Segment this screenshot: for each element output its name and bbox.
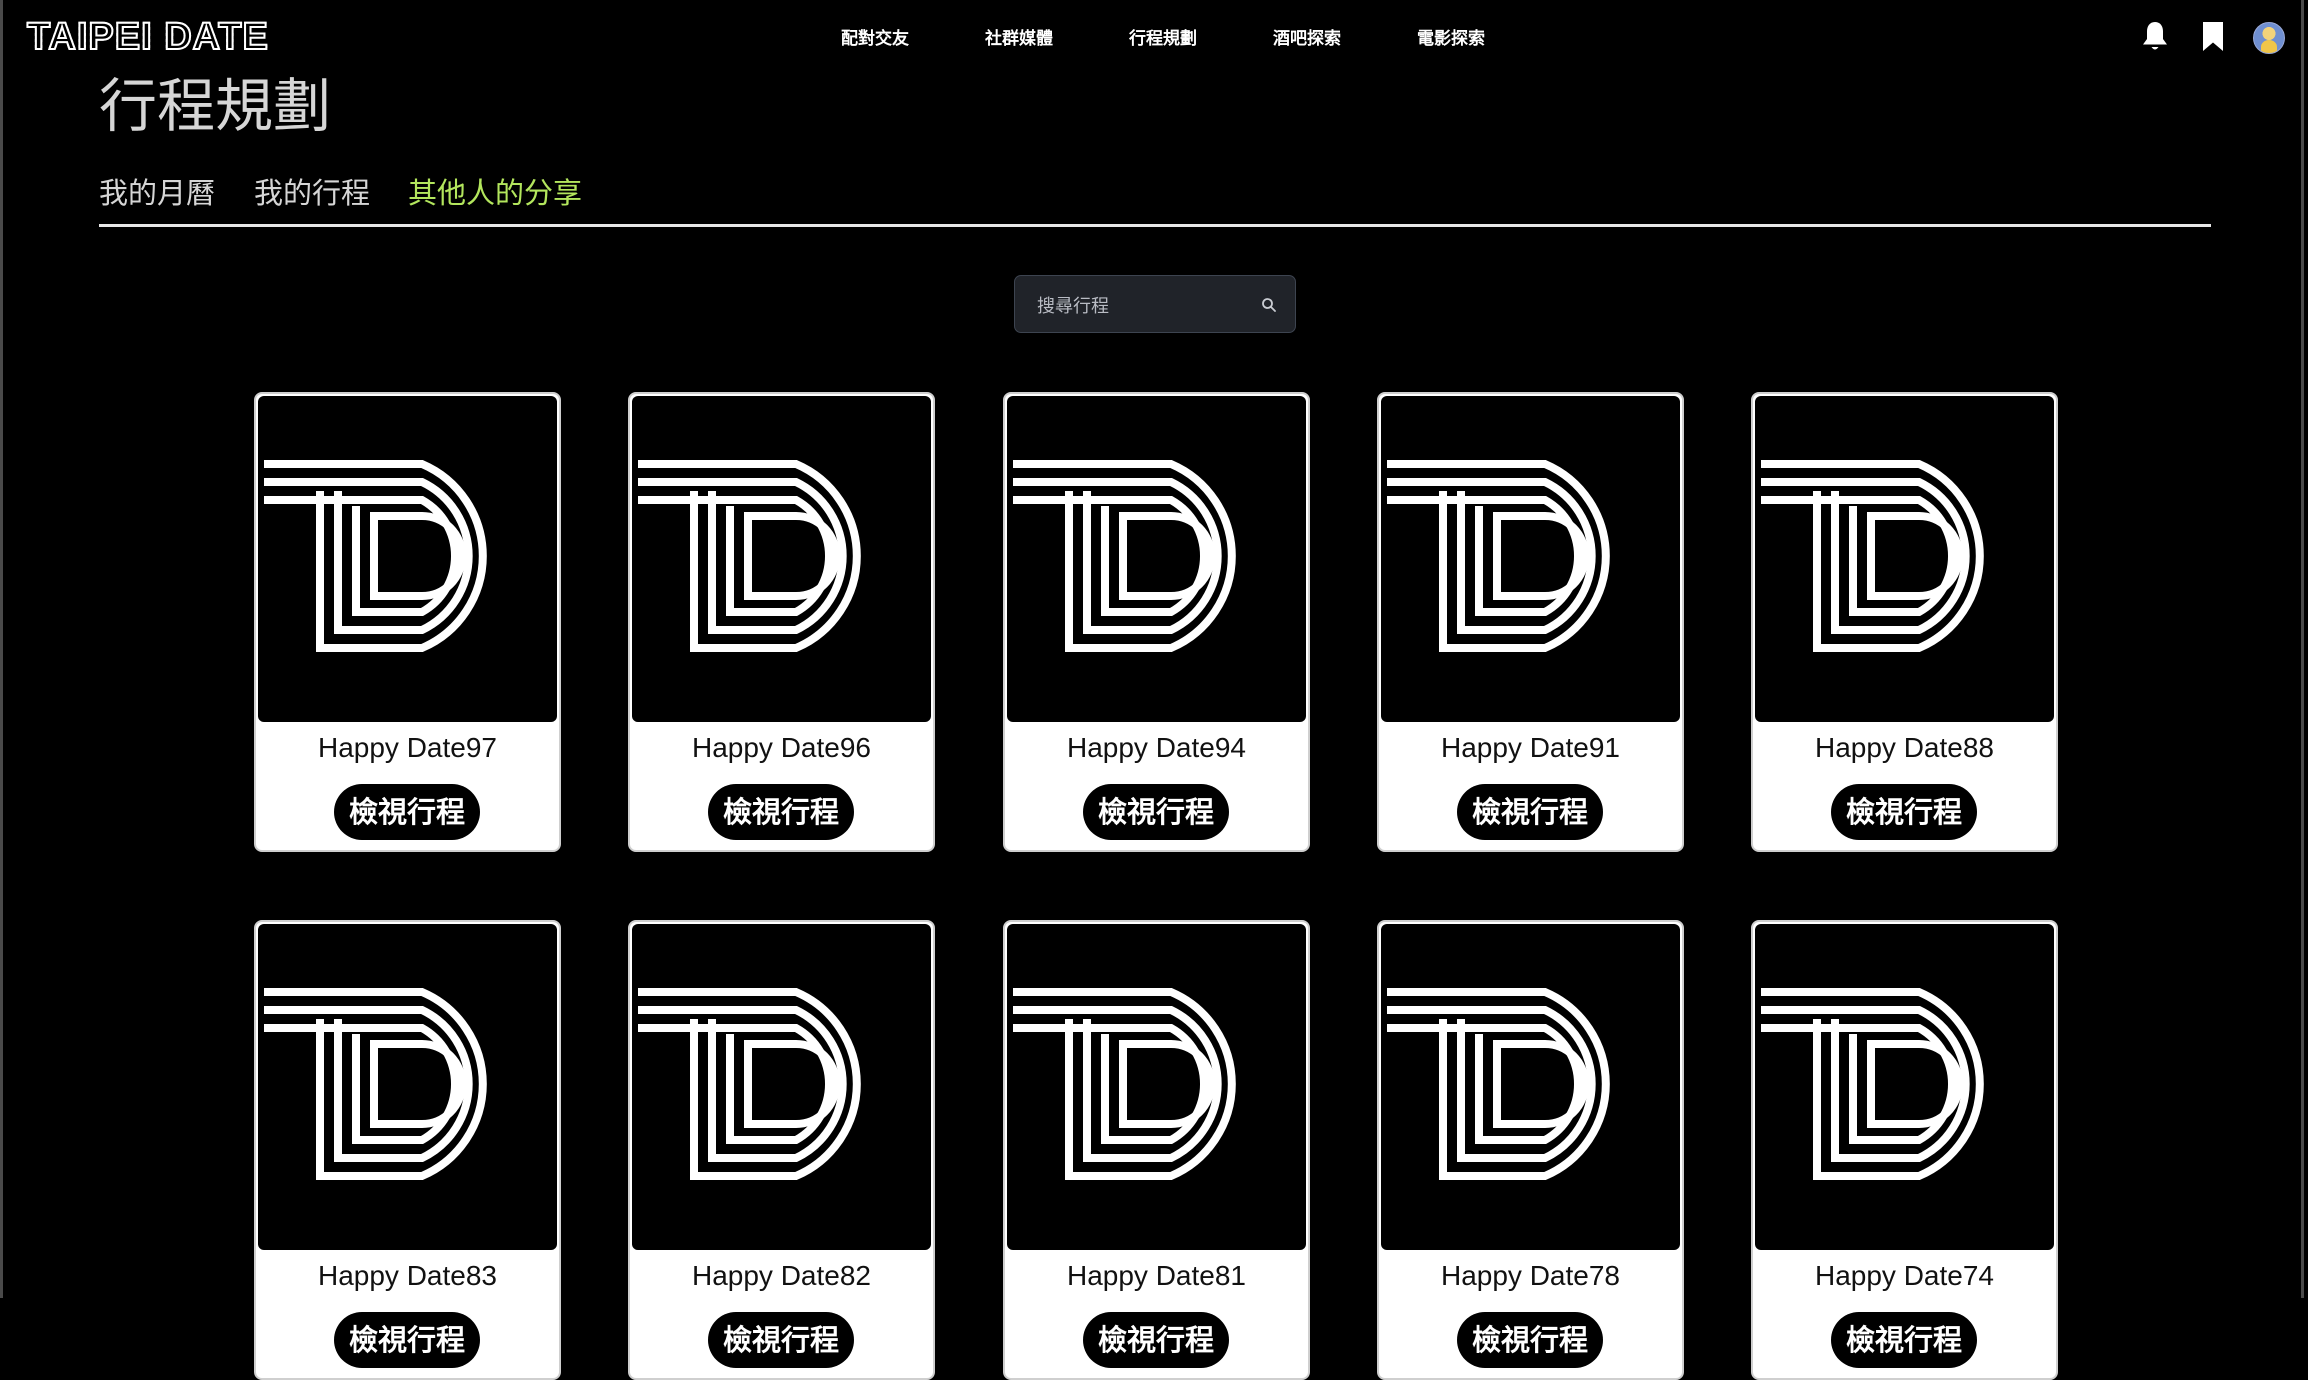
itinerary-thumbnail — [1381, 396, 1680, 722]
itinerary-thumbnail — [632, 396, 931, 722]
view-itinerary-button[interactable]: 檢視行程 — [1083, 784, 1229, 840]
itinerary-card: Happy Date82 檢視行程 — [628, 920, 935, 1380]
view-itinerary-button[interactable]: 檢視行程 — [334, 1312, 480, 1368]
itinerary-card: Happy Date88 檢視行程 — [1751, 392, 2058, 852]
itinerary-title: Happy Date91 — [1440, 732, 1620, 763]
itinerary-title: Happy Date74 — [1814, 1260, 1994, 1291]
itinerary-card: Happy Date81 檢視行程 — [1003, 920, 1310, 1380]
itinerary-thumbnail — [258, 396, 557, 722]
shared-itinerary-grid: Happy Date97 檢視行程 Happy Date96 檢視行程 Happ… — [0, 0, 2308, 1380]
td-logo-icon — [1387, 988, 1610, 1180]
td-logo-icon — [1387, 460, 1610, 652]
itinerary-card: Happy Date94 檢視行程 — [1003, 392, 1310, 852]
itinerary-card: Happy Date91 檢視行程 — [1377, 392, 1684, 852]
itinerary-title: Happy Date83 — [317, 1260, 497, 1291]
td-logo-icon — [638, 460, 861, 652]
itinerary-card: Happy Date74 檢視行程 — [1751, 920, 2058, 1380]
view-itinerary-button[interactable]: 檢視行程 — [708, 1312, 854, 1368]
itinerary-card: Happy Date83 檢視行程 — [254, 920, 561, 1380]
td-logo-icon — [1013, 460, 1236, 652]
td-logo-icon — [264, 460, 487, 652]
itinerary-title: Happy Date81 — [1066, 1260, 1246, 1291]
itinerary-title: Happy Date94 — [1066, 732, 1246, 763]
itinerary-title: Happy Date78 — [1440, 1260, 1620, 1291]
itinerary-card: Happy Date78 檢視行程 — [1377, 920, 1684, 1380]
itinerary-thumbnail — [1755, 396, 2054, 722]
view-itinerary-button[interactable]: 檢視行程 — [1457, 784, 1603, 840]
td-logo-icon — [1761, 460, 1984, 652]
td-logo-icon — [1761, 988, 1984, 1180]
view-itinerary-button[interactable]: 檢視行程 — [334, 784, 480, 840]
itinerary-thumbnail — [258, 924, 557, 1250]
itinerary-card: Happy Date97 檢視行程 — [254, 392, 561, 852]
itinerary-thumbnail — [1381, 924, 1680, 1250]
itinerary-title: Happy Date82 — [691, 1260, 871, 1291]
td-logo-icon — [638, 988, 861, 1180]
view-itinerary-button[interactable]: 檢視行程 — [1457, 1312, 1603, 1368]
itinerary-card: Happy Date96 檢視行程 — [628, 392, 935, 852]
itinerary-title: Happy Date88 — [1814, 732, 1994, 763]
td-logo-icon — [264, 988, 487, 1180]
itinerary-title: Happy Date97 — [317, 732, 497, 763]
itinerary-title: Happy Date96 — [691, 732, 871, 763]
itinerary-thumbnail — [1755, 924, 2054, 1250]
view-itinerary-button[interactable]: 檢視行程 — [1083, 1312, 1229, 1368]
td-logo-icon — [1013, 988, 1236, 1180]
view-itinerary-button[interactable]: 檢視行程 — [708, 784, 854, 840]
view-itinerary-button[interactable]: 檢視行程 — [1831, 1312, 1977, 1368]
itinerary-thumbnail — [632, 924, 931, 1250]
view-itinerary-button[interactable]: 檢視行程 — [1831, 784, 1977, 840]
itinerary-thumbnail — [1007, 924, 1306, 1250]
itinerary-thumbnail — [1007, 396, 1306, 722]
